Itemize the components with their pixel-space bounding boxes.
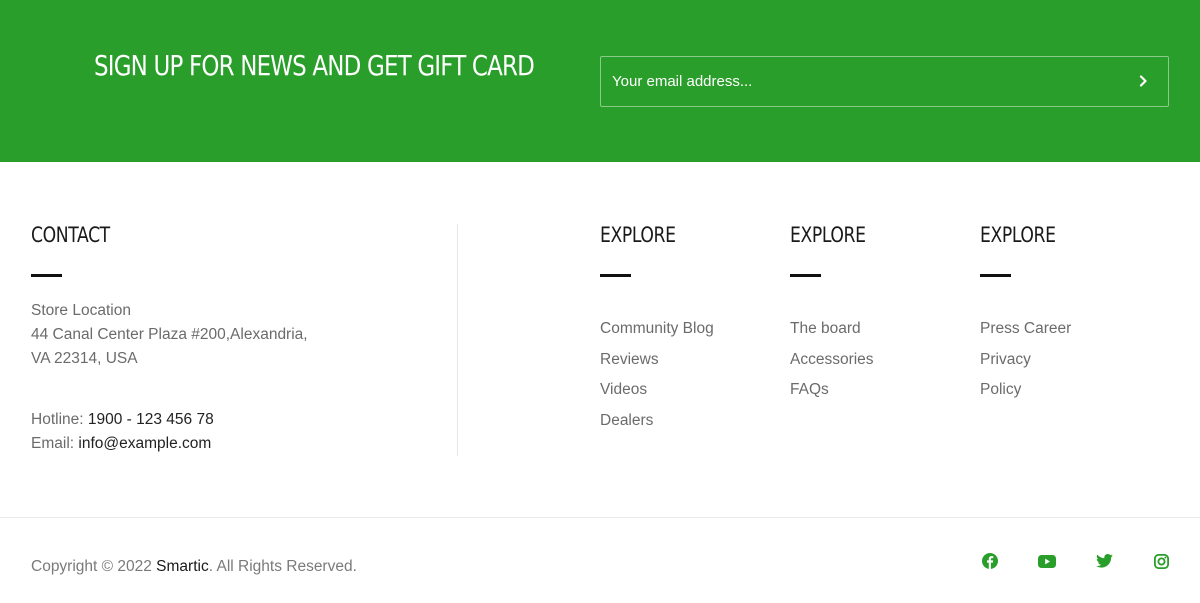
list-item: Policy — [980, 379, 1071, 410]
hotline-row: Hotline: 1900 - 123 456 78 — [31, 408, 214, 432]
hotline-number[interactable]: 1900 - 123 456 78 — [88, 411, 214, 428]
the-board-link[interactable]: The board — [790, 320, 861, 337]
accessories-link[interactable]: Accessories — [790, 351, 874, 368]
explore-heading-rule-1 — [600, 274, 631, 277]
explore-heading-1: EXPLORE — [600, 223, 676, 247]
policy-link[interactable]: Policy — [980, 381, 1021, 398]
explore-heading-2: EXPLORE — [790, 223, 866, 247]
copyright-suffix: . All Rights Reserved. — [208, 558, 357, 575]
youtube-icon — [1038, 554, 1056, 568]
privacy-link[interactable]: Privacy — [980, 351, 1031, 368]
explore-heading-3: EXPLORE — [980, 223, 1056, 247]
facebook-link[interactable] — [980, 551, 1000, 571]
explore-links-1: Community Blog Reviews Videos Dealers — [600, 318, 714, 440]
copyright-prefix: Copyright © 2022 — [31, 558, 157, 575]
email-address-link[interactable]: info@example.com — [78, 435, 211, 452]
address-line-1: 44 Canal Center Plaza #200,Alexandria, — [31, 326, 308, 343]
list-item: Videos — [600, 379, 714, 410]
list-item: FAQs — [790, 379, 874, 410]
list-item: Press Career — [980, 318, 1071, 349]
chevron-right-icon — [1139, 75, 1147, 87]
facebook-icon — [982, 553, 998, 569]
list-item: The board — [790, 318, 874, 349]
explore-heading-rule-2 — [790, 274, 821, 277]
email-row: Email: info@example.com — [31, 432, 211, 456]
store-location-label: Store Location — [31, 302, 131, 319]
newsletter-form — [600, 56, 1169, 107]
footer-divider — [0, 517, 1200, 518]
videos-link[interactable]: Videos — [600, 381, 647, 398]
explore-links-2: The board Accessories FAQs — [790, 318, 874, 410]
contact-heading: CONTACT — [31, 223, 110, 247]
column-divider — [457, 224, 458, 456]
copyright-text: Copyright © 2022 Smartic. All Rights Res… — [31, 556, 357, 578]
newsletter-title: SIGN UP FOR NEWS AND GET GIFT CARD — [94, 49, 535, 82]
list-item: Privacy — [980, 349, 1071, 380]
list-item: Dealers — [600, 410, 714, 441]
contact-heading-rule — [31, 274, 62, 277]
instagram-icon — [1153, 553, 1169, 569]
brand-link[interactable]: Smartic — [156, 558, 209, 575]
faqs-link[interactable]: FAQs — [790, 381, 829, 398]
dealers-link[interactable]: Dealers — [600, 412, 653, 429]
subscribe-button[interactable] — [1132, 69, 1154, 93]
reviews-link[interactable]: Reviews — [600, 351, 659, 368]
community-blog-link[interactable]: Community Blog — [600, 320, 714, 337]
newsletter-band: SIGN UP FOR NEWS AND GET GIFT CARD — [0, 0, 1200, 162]
press-career-link[interactable]: Press Career — [980, 320, 1071, 337]
list-item: Community Blog — [600, 318, 714, 349]
instagram-link[interactable] — [1151, 551, 1171, 571]
explore-links-3: Press Career Privacy Policy — [980, 318, 1071, 410]
email-input[interactable] — [601, 57, 1121, 106]
twitter-link[interactable] — [1094, 551, 1114, 571]
email-label: Email: — [31, 435, 75, 452]
explore-heading-rule-3 — [980, 274, 1011, 277]
list-item: Reviews — [600, 349, 714, 380]
address-line-2: VA 22314, USA — [31, 350, 138, 367]
hotline-label: Hotline: — [31, 411, 84, 428]
twitter-icon — [1095, 554, 1113, 568]
youtube-link[interactable] — [1037, 551, 1057, 571]
list-item: Accessories — [790, 349, 874, 380]
